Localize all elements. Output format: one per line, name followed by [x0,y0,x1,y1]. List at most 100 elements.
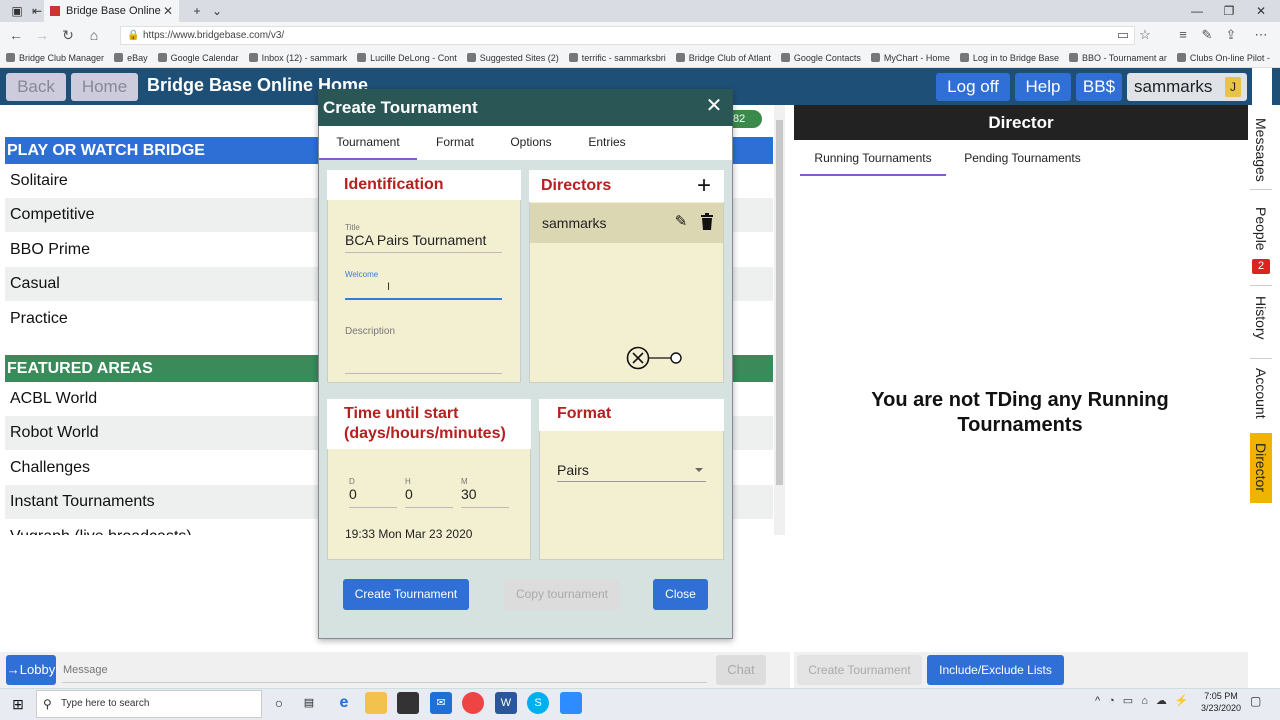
more-icon[interactable]: ⋯ [1250,22,1272,48]
bookmark-item[interactable]: Google Calendar [157,53,239,63]
user-menu-button[interactable]: sammarks J [1127,73,1247,101]
minimize-window-icon[interactable]: — [1180,0,1214,22]
side-tab-history[interactable]: History [1250,285,1272,350]
description-input[interactable] [345,345,502,363]
logoff-button[interactable]: Log off [936,73,1010,101]
tab-tournament[interactable]: Tournament [319,126,417,160]
minutes-input[interactable]: 30 [461,486,509,502]
browser-home-icon[interactable]: ⌂ [82,22,106,48]
edge-icon[interactable]: e [333,692,355,714]
browser-tab[interactable]: Bridge Base Online ✕ [44,0,179,22]
bookmark-item[interactable]: terrific - sammarksbri [568,53,666,63]
bookmark-icon [248,53,258,62]
favorite-star-icon[interactable]: ☆ [1134,22,1156,48]
search-placeholder: Type here to search [61,698,150,709]
scroll-thumb[interactable] [776,120,783,485]
bookmark-item[interactable]: Google Contacts [780,53,861,63]
copy-tournament-button[interactable]: Copy tournament [504,579,620,610]
side-tab-people[interactable]: People [1250,200,1272,258]
dialog-close-icon[interactable]: ✕ [705,96,723,116]
url-field[interactable]: 🔒 https://www.bridgebase.com/v3/ [120,26,1135,45]
tab-running-tournaments[interactable]: Running Tournaments [800,140,946,176]
browser-back-icon[interactable]: ← [4,22,28,48]
delete-director-icon[interactable] [699,213,715,231]
maximize-window-icon[interactable]: ❐ [1212,0,1246,22]
file-explorer-icon[interactable] [365,692,387,714]
edit-director-icon[interactable]: ✎ [672,213,690,231]
side-tab-messages[interactable]: Messages [1250,110,1272,190]
chat-button[interactable]: Chat [716,655,766,685]
hours-input[interactable]: 0 [405,486,453,502]
time-heading-line2: (days/hours/minutes) [344,425,506,442]
bookmark-item[interactable]: Bridge Club Manager [6,53,104,63]
clock-time: 7:05 PM [1204,691,1238,701]
tab-options[interactable]: Options [497,126,565,160]
lobby-button[interactable]: →Lobby [6,655,56,685]
browser-forward-icon[interactable]: → [30,22,54,48]
bookmark-item[interactable]: Inbox (12) - sammark [248,53,347,63]
welcome-input[interactable] [345,280,502,298]
word-icon[interactable]: W [495,692,517,714]
store-icon[interactable] [397,692,419,714]
favorites-bar: Bridge Club Manager eBay Google Calendar… [0,48,1280,68]
days-underline [349,507,397,508]
list-scrollbar[interactable] [774,105,785,535]
include-exclude-lists-button[interactable]: Include/Exclude Lists [927,655,1064,685]
side-tab-account[interactable]: Account [1250,358,1272,428]
create-tournament-button[interactable]: Create Tournament [343,579,469,610]
taskbar-search[interactable]: ⚲ Type here to search [36,690,262,718]
bookmark-item[interactable]: Suggested Sites (2) [466,53,559,63]
search-icon: ⚲ [43,697,52,711]
system-tray-icons[interactable]: ^◔▭⌂☁⚡ [1095,694,1197,707]
director-row[interactable]: sammarks [530,203,723,243]
close-tab-icon[interactable]: ✕ [163,0,173,22]
welcome-underline [345,298,502,300]
taskbar-clock[interactable]: 7:05 PM 3/23/2020 [1196,690,1246,714]
cortana-icon[interactable]: ○ [268,692,290,714]
back-button[interactable]: Back [6,73,66,101]
days-input[interactable]: 0 [349,486,397,502]
bookmark-item[interactable]: MyChart - Home [870,53,950,63]
title-label: Title [345,223,360,232]
close-button[interactable]: Close [653,579,708,610]
refresh-icon[interactable]: ↻ [56,22,80,48]
bookmark-item[interactable]: BBO - Tournament ar [1068,53,1167,63]
bookmark-item[interactable]: Lucille DeLong - Cont [357,53,457,63]
bookmark-icon [157,53,167,62]
director-create-tournament-button[interactable]: Create Tournament [797,655,922,685]
action-center-icon[interactable]: ▢ [1250,694,1261,708]
zoom-icon[interactable] [560,692,582,714]
favorites-icon[interactable]: ≡ [1172,22,1194,48]
tab-list-chevron-icon[interactable]: ⌄ [200,0,234,22]
tab-entries[interactable]: Entries [574,126,640,160]
skype-icon[interactable]: S [527,692,549,714]
bbdollars-button[interactable]: BB$ [1076,73,1122,101]
bookmark-item[interactable]: Clubs On-line Pilot - [1176,53,1270,63]
empty-state-message: You are not TDing any Running Tournament… [871,389,1169,436]
bookmark-item[interactable]: eBay [114,53,148,63]
bookmark-item[interactable]: Log in to Bridge Base [959,53,1059,63]
message-input[interactable]: Message [62,657,707,683]
description-underline [345,373,502,374]
chrome-icon[interactable] [462,692,484,714]
tab-pending-tournaments[interactable]: Pending Tournaments [950,140,1095,176]
close-window-icon[interactable]: ✕ [1244,0,1278,22]
mail-icon[interactable]: ✉ [430,692,452,714]
task-view-icon[interactable]: ▤ [298,692,320,714]
page-scrollbar[interactable] [1252,68,1272,105]
pen-icon[interactable]: ✎ [1196,22,1218,48]
bookmark-icon [1176,53,1186,62]
format-select[interactable]: Pairs [557,460,706,482]
tab-format[interactable]: Format [420,126,490,160]
home-button[interactable]: Home [71,73,138,101]
title-underline [345,252,502,253]
help-button[interactable]: Help [1015,73,1071,101]
share-icon[interactable]: ⇪ [1220,22,1242,48]
bookmark-item[interactable]: Bridge Club of Atlant [675,53,771,63]
windows-start-icon[interactable]: ⊞ [0,688,36,720]
side-tab-director[interactable]: Director [1250,433,1272,503]
reading-view-icon[interactable]: ▭ [1112,22,1134,48]
identification-heading: Identification [327,170,521,200]
title-input[interactable]: BCA Pairs Tournament [345,232,486,248]
add-director-icon[interactable]: + [694,174,714,198]
